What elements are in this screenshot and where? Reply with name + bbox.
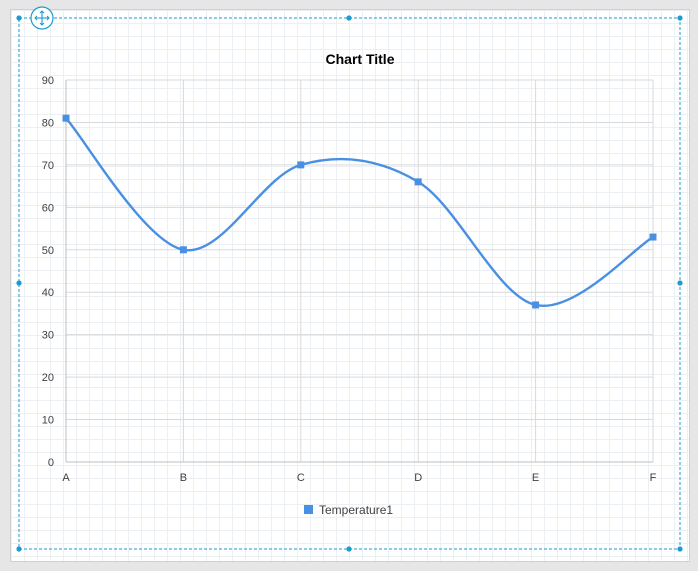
series-line bbox=[65, 117, 654, 308]
data-point-marker bbox=[532, 301, 540, 309]
y-tick-label: 70 bbox=[42, 160, 54, 172]
legend-swatch bbox=[304, 505, 313, 514]
y-tick-label: 50 bbox=[42, 245, 54, 257]
resize-handle[interactable] bbox=[677, 15, 683, 21]
data-point-marker bbox=[62, 114, 70, 122]
y-tick-label: 20 bbox=[42, 372, 54, 384]
report-designer-canvas: Chart Title 0 10 20 30 40 50 60 70 80 90 A B C D E F T… bbox=[0, 0, 698, 571]
y-tick-label: 80 bbox=[42, 117, 54, 129]
x-tick-label: F bbox=[650, 472, 657, 484]
move-handle[interactable] bbox=[30, 6, 54, 30]
data-point-marker bbox=[414, 178, 422, 186]
plot-gridlines bbox=[65, 79, 654, 463]
data-point-marker bbox=[297, 161, 305, 169]
selection-border bbox=[18, 17, 681, 550]
resize-handle[interactable] bbox=[16, 15, 22, 21]
data-point-marker bbox=[649, 233, 657, 241]
legend: Temperature1 bbox=[304, 503, 393, 517]
resize-handle[interactable] bbox=[346, 546, 352, 552]
legend-label: Temperature1 bbox=[319, 503, 393, 517]
x-tick-label: B bbox=[180, 472, 187, 484]
y-tick-label: 10 bbox=[42, 415, 54, 427]
resize-handle[interactable] bbox=[677, 280, 683, 286]
y-axis-ticks: 0 10 20 30 40 50 60 70 80 90 bbox=[42, 75, 54, 469]
x-axis-ticks: A B C D E F bbox=[62, 472, 656, 484]
y-tick-label: 30 bbox=[42, 330, 54, 342]
x-tick-label: E bbox=[532, 472, 539, 484]
y-tick-label: 0 bbox=[48, 457, 54, 469]
chart-title: Chart Title bbox=[326, 51, 395, 67]
x-tick-label: D bbox=[414, 472, 422, 484]
data-point-marker bbox=[179, 246, 187, 254]
chart-control[interactable]: Chart Title 0 10 20 30 40 50 60 70 80 90 A B C D E F T… bbox=[0, 0, 698, 571]
series-layer bbox=[62, 114, 657, 309]
resize-handle[interactable] bbox=[346, 15, 352, 21]
resize-handle[interactable] bbox=[16, 546, 22, 552]
y-tick-label: 90 bbox=[42, 75, 54, 87]
y-tick-label: 40 bbox=[42, 287, 54, 299]
resize-handle[interactable] bbox=[16, 280, 22, 286]
x-tick-label: A bbox=[62, 472, 70, 484]
x-tick-label: C bbox=[297, 472, 305, 484]
plot-axes bbox=[65, 80, 653, 463]
y-tick-label: 60 bbox=[42, 202, 54, 214]
resize-handle[interactable] bbox=[677, 546, 683, 552]
resize-handles[interactable] bbox=[16, 15, 683, 552]
